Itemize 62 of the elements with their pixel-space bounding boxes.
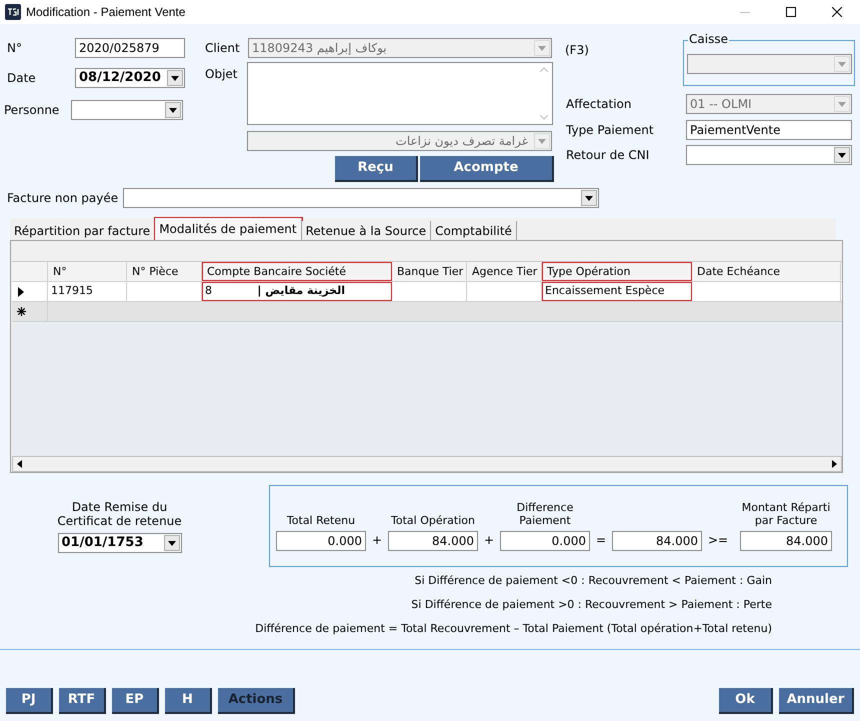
deposit-button[interactable]: Acompte bbox=[420, 156, 554, 182]
operator-sign: >= bbox=[706, 532, 730, 549]
field-label: Type Paiement bbox=[566, 122, 655, 139]
scroll-right-icon[interactable] bbox=[832, 460, 837, 468]
total-field[interactable]: 84.000 bbox=[388, 531, 478, 551]
cancel-button[interactable]: Annuler bbox=[779, 688, 854, 714]
certificate-date-picker[interactable]: 01/01/1753 bbox=[58, 533, 182, 553]
total-label: Total Retenu bbox=[286, 514, 356, 527]
total-label: Montant Réparti par Facture bbox=[740, 501, 832, 527]
receipt-button[interactable]: Reçu bbox=[335, 156, 418, 182]
category-combo[interactable]: غرامة تصرف ديون نزاعات bbox=[247, 131, 552, 151]
column-header[interactable]: N° bbox=[48, 262, 127, 281]
column-header[interactable]: N° Pièce bbox=[127, 262, 202, 281]
column-header[interactable]: Date Echéance bbox=[692, 262, 841, 281]
ok-button[interactable]: Ok bbox=[719, 688, 773, 714]
rule-note: Si Différence de paiement <0 : Recouvrement < Paiement : Gain bbox=[414, 573, 772, 589]
window-title: Modification - Paiement Vente bbox=[26, 4, 186, 21]
date-picker[interactable]: 08/12/2020 bbox=[75, 68, 185, 88]
toolbar-button[interactable]: PJ bbox=[6, 688, 53, 714]
total-field[interactable]: 0.000 bbox=[276, 531, 366, 551]
tab[interactable]: Modalités de paiement bbox=[155, 218, 302, 240]
tab[interactable]: Retenue à la Source bbox=[302, 221, 432, 240]
field-label: Client bbox=[205, 40, 241, 57]
operator-sign: + bbox=[482, 532, 496, 549]
field-label: Facture non payée bbox=[7, 190, 120, 207]
total-field[interactable]: 84.000 bbox=[612, 531, 702, 551]
field-label: Personne bbox=[4, 102, 60, 119]
operator-sign: + bbox=[370, 532, 384, 549]
total-label: Difference Paiement bbox=[516, 501, 574, 527]
toolbar-button[interactable]: EP bbox=[112, 688, 159, 714]
cash-box-combo[interactable] bbox=[687, 54, 852, 74]
field-label: Date Remise du Certificat de retenue bbox=[56, 500, 183, 528]
group-legend: Caisse bbox=[688, 32, 729, 46]
number-field[interactable]: 2020/025879 bbox=[75, 38, 185, 58]
field-label: Affectation bbox=[566, 96, 633, 113]
object-textarea[interactable] bbox=[247, 62, 553, 125]
payment-type-field[interactable]: PaiementVente bbox=[686, 120, 852, 140]
toolbar-button[interactable]: H bbox=[165, 688, 212, 714]
app-logo-icon bbox=[5, 4, 21, 20]
shortcut-label: (F3) bbox=[565, 42, 590, 57]
client-combo[interactable]: 11809243 بوكاف إبراهيم bbox=[248, 38, 552, 58]
column-header[interactable]: Banque Tier bbox=[392, 262, 467, 281]
field-label: Objet bbox=[205, 66, 238, 83]
column-header[interactable]: Type Opération bbox=[542, 262, 692, 281]
table-cell: Encaissement Espèce bbox=[542, 282, 692, 301]
scroll-left-icon[interactable] bbox=[17, 460, 22, 468]
rule-note: Si Différence de paiement >0 : Recouvrement > Paiement : Perte bbox=[411, 597, 772, 613]
toolbar-button[interactable]: RTF bbox=[59, 688, 106, 714]
column-header[interactable]: Agence Tier bbox=[467, 262, 542, 281]
field-label: Retour de CNI bbox=[566, 147, 650, 164]
total-field[interactable]: 0.000 bbox=[500, 531, 590, 551]
rule-note: Différence de paiement = Total Recouvrement – Total Paiement (Total opération+Total retenu) bbox=[255, 621, 772, 637]
total-label: Total Opération bbox=[390, 514, 476, 527]
assignment-combo[interactable]: 01 -- OLMI bbox=[686, 94, 852, 114]
field-label: Date bbox=[7, 70, 37, 87]
horizontal-scrollbar[interactable] bbox=[12, 456, 842, 472]
operator-sign: = bbox=[594, 532, 608, 549]
table-cell: 117915 bbox=[48, 282, 127, 301]
field-label: N° bbox=[7, 40, 23, 57]
new-row-icon bbox=[17, 307, 26, 316]
column-header[interactable]: Compte Bancaire Société bbox=[202, 262, 392, 281]
total-field[interactable]: 84.000 bbox=[740, 531, 832, 551]
